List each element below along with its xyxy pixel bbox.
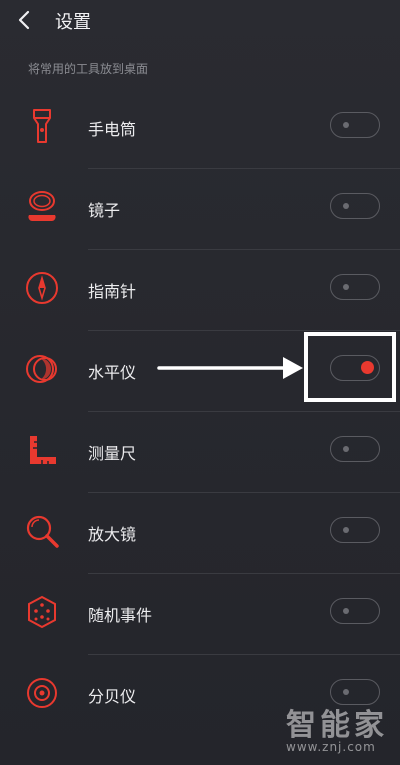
tool-row-mirror: 镜子 xyxy=(0,169,400,250)
magnifier-icon xyxy=(26,515,59,548)
compass-icon xyxy=(26,272,58,304)
tool-label: 水平仪 xyxy=(88,363,137,382)
toggle-knob xyxy=(343,608,349,614)
tool-label: 分贝仪 xyxy=(88,687,137,706)
toggle-switch-random-event[interactable] xyxy=(330,598,380,624)
tool-row-magnifier: 放大镜 xyxy=(0,493,400,574)
level-icon xyxy=(26,355,57,383)
tool-label: 随机事件 xyxy=(88,606,153,625)
mirror-icon xyxy=(28,191,56,222)
toggle-knob xyxy=(343,203,349,209)
watermark-logo: 智能家 xyxy=(286,708,388,743)
toggle-switch-mirror[interactable] xyxy=(330,193,380,219)
tool-row-flashlight: 手电筒 xyxy=(0,88,400,169)
tool-list: 手电筒 镜子 指南针 水平仪 测量尺 放大镜 随机事件 分贝仪 xyxy=(0,88,400,736)
dice-icon xyxy=(28,595,56,629)
header: 设置 xyxy=(0,0,400,40)
section-label: 将常用的工具放到桌面 xyxy=(28,62,149,76)
toggle-switch-flashlight[interactable] xyxy=(330,112,380,138)
back-arrow-icon[interactable] xyxy=(14,8,36,32)
tool-label: 指南针 xyxy=(88,282,137,301)
toggle-switch-compass[interactable] xyxy=(330,274,380,300)
toggle-knob xyxy=(343,689,349,695)
tool-row-ruler: 测量尺 xyxy=(0,412,400,493)
tool-label: 放大镜 xyxy=(88,525,137,544)
toggle-switch-ruler[interactable] xyxy=(330,436,380,462)
page-title: 设置 xyxy=(55,12,91,33)
ruler-icon xyxy=(30,436,56,464)
tool-label: 测量尺 xyxy=(88,444,137,463)
toggle-knob xyxy=(343,446,349,452)
decibel-icon xyxy=(27,678,57,708)
watermark: 智能家 www.znj.com xyxy=(286,700,396,760)
tool-row-random-event: 随机事件 xyxy=(0,574,400,655)
highlight-box xyxy=(304,332,396,402)
toggle-knob xyxy=(343,527,349,533)
tool-label: 手电筒 xyxy=(88,120,137,139)
toggle-switch-magnifier[interactable] xyxy=(330,517,380,543)
toggle-knob xyxy=(343,122,349,128)
toggle-knob xyxy=(343,284,349,290)
tool-row-compass: 指南针 xyxy=(0,250,400,331)
tool-label: 镜子 xyxy=(88,201,121,220)
flashlight-icon xyxy=(33,109,51,143)
pointer-arrow-icon xyxy=(157,357,303,379)
